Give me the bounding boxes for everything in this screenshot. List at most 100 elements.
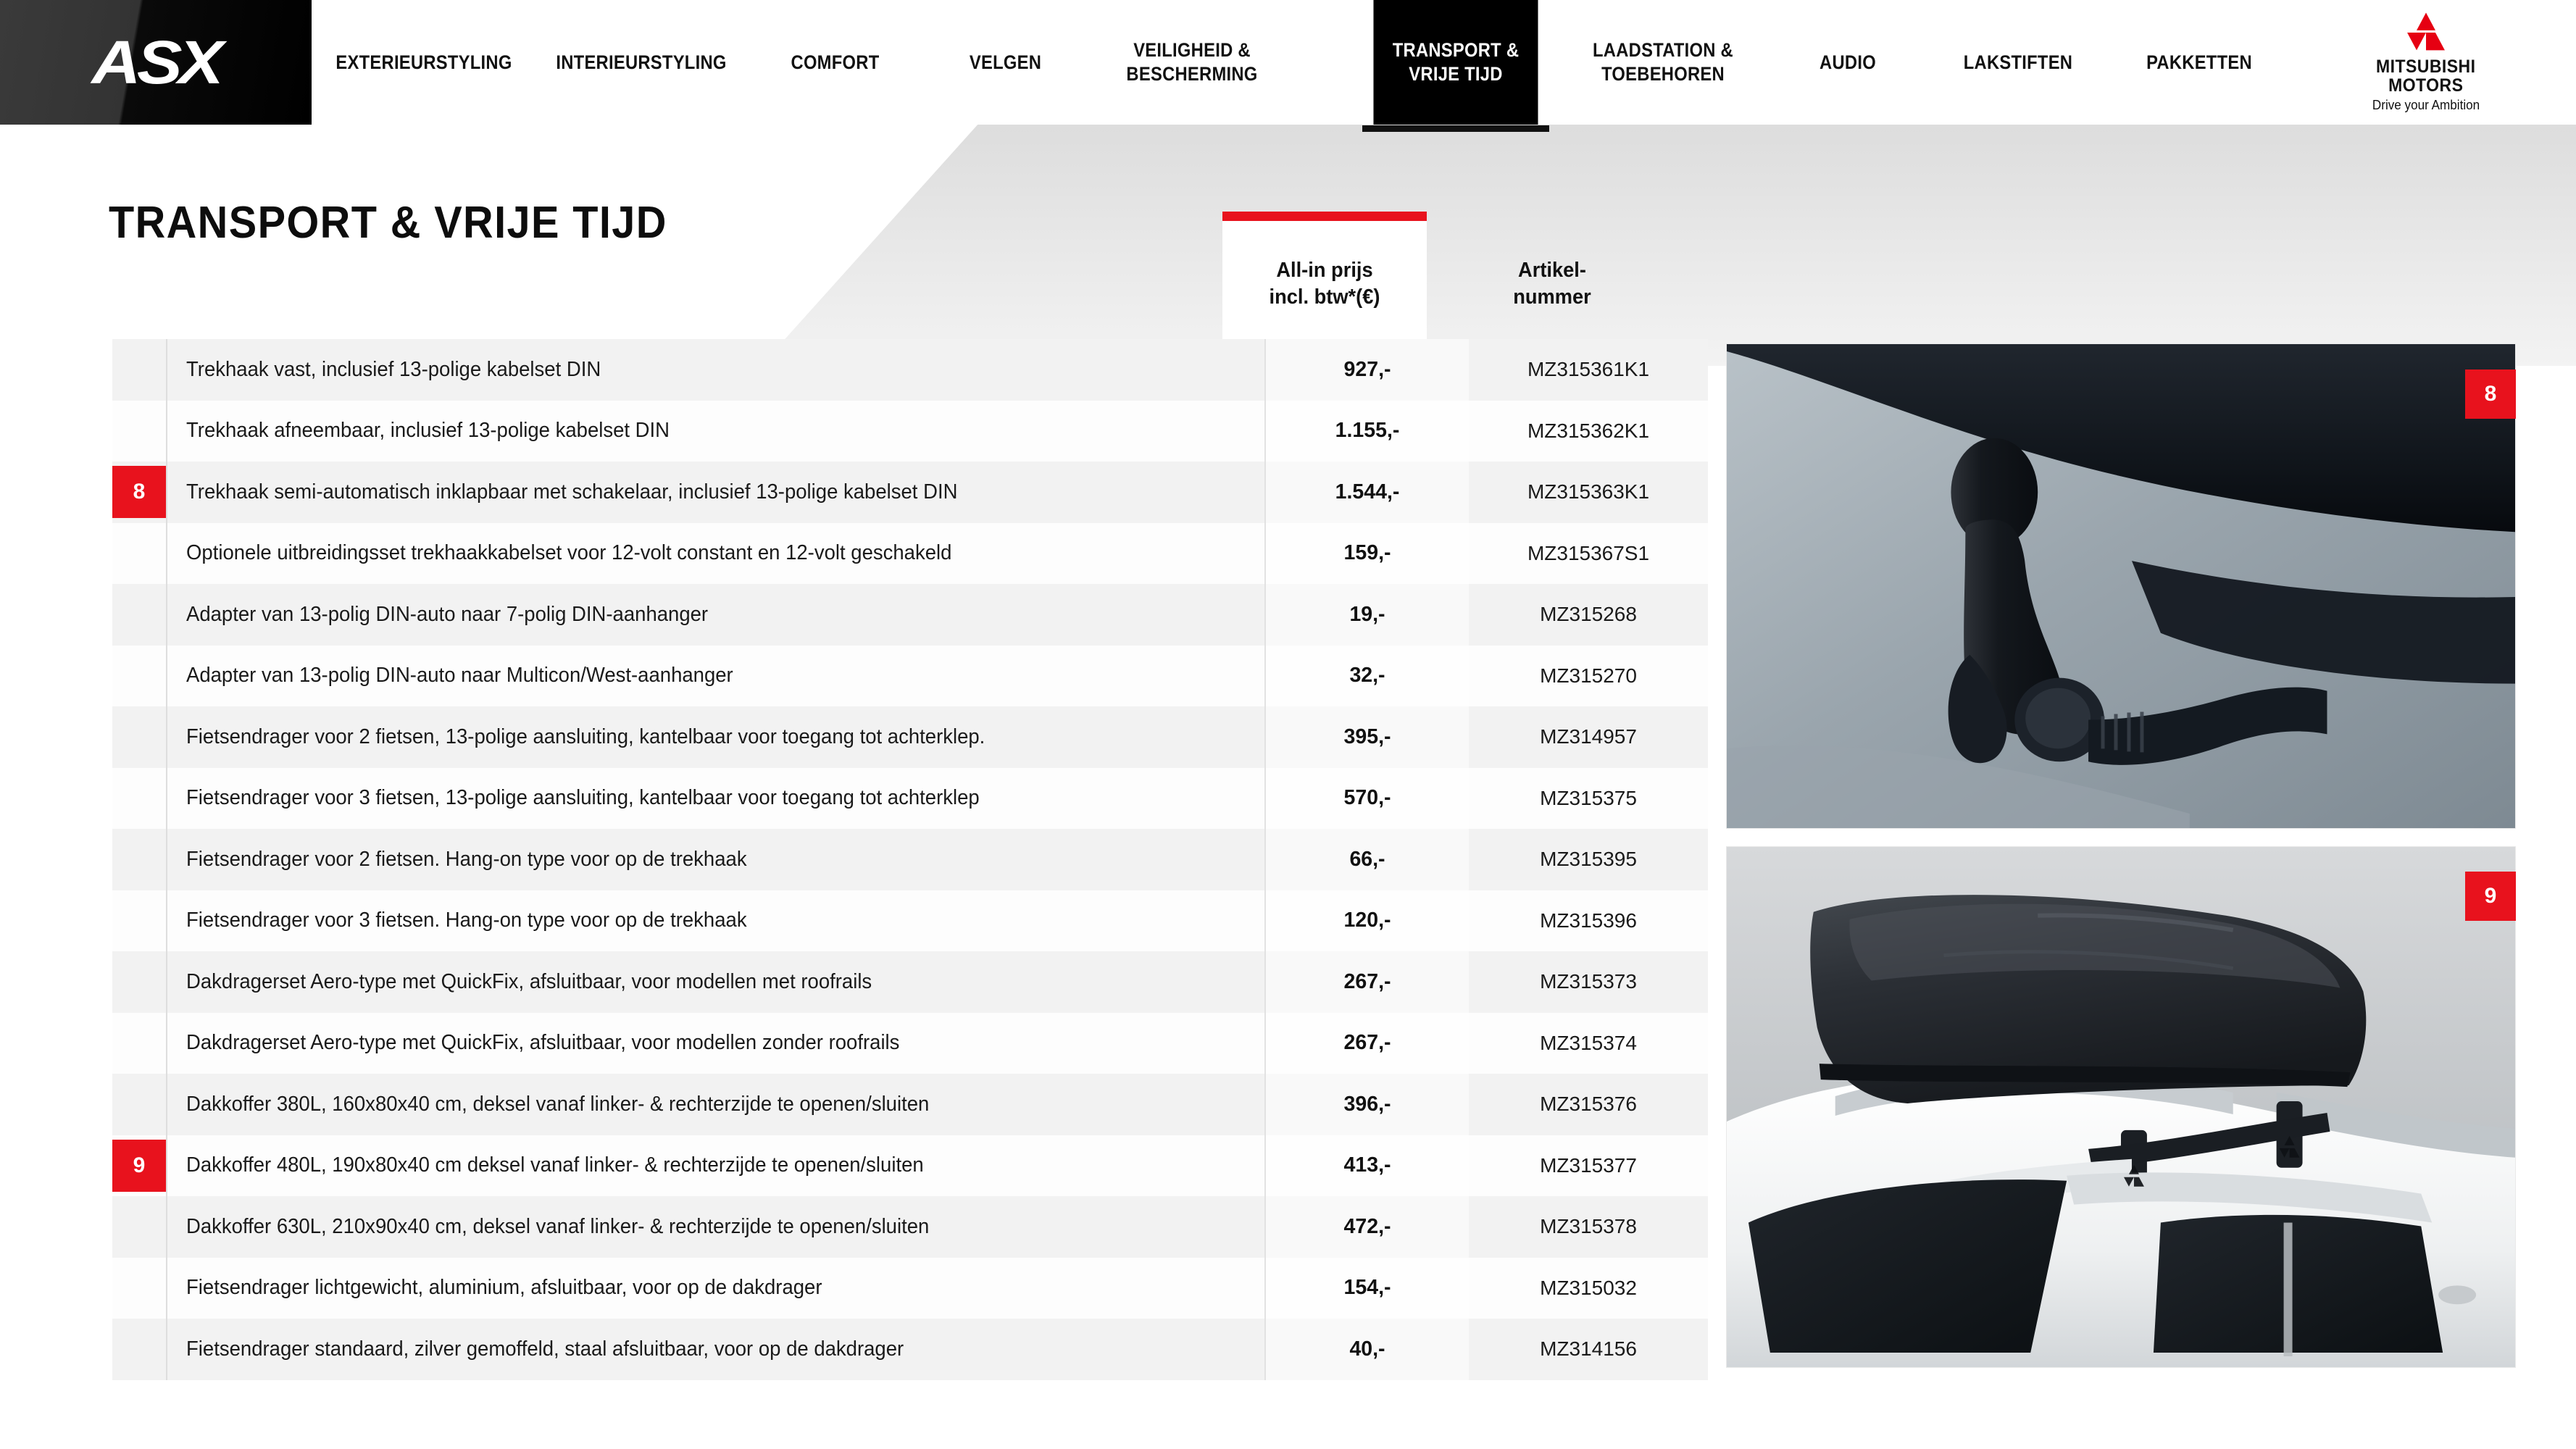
row-badge-cell (112, 1258, 166, 1319)
row-description-cell: Dakdragerset Aero-type met QuickFix, afs… (166, 1012, 1264, 1074)
row-badge-cell (112, 1196, 166, 1258)
row-article-number-cell: MZ315377 (1540, 1153, 1637, 1177)
row-description-text: Fietsendrager lichtgewicht, aluminium, a… (186, 1276, 822, 1300)
row-badge-cell (112, 646, 166, 707)
nav-item-interieurstyling[interactable]: INTERIEURSTYLING (549, 0, 733, 125)
row-description-text: Adapter van 13-polig DIN-auto naar 7-pol… (186, 602, 709, 626)
table-row: Dakkoffer 380L, 160x80x40 cm, deksel van… (112, 1074, 1708, 1135)
row-price-cell: 396,- (1264, 1074, 1469, 1135)
accessories-table: Trekhaak vast, inclusief 13-polige kabel… (112, 339, 1708, 1380)
row-price-cell: 32,- (1264, 645, 1469, 706)
row-description-text: Fietsendrager voor 3 fietsen, 13-polige … (186, 786, 980, 810)
row-description-text: Adapter van 13-polig DIN-auto naar Multi… (186, 664, 733, 688)
row-description-cell: Fietsendrager lichtgewicht, aluminium, a… (166, 1257, 1264, 1319)
table-row: Fietsendrager lichtgewicht, aluminium, a… (112, 1257, 1708, 1319)
row-description-cell: Trekhaak semi-automatisch inklapbaar met… (166, 462, 1264, 523)
nav-item-velgen[interactable]: VELGEN (943, 0, 1068, 125)
row-article-number-cell: MZ315374 (1540, 1031, 1637, 1054)
row-description-cell: Fietsendrager voor 3 fietsen. Hang-on ty… (166, 890, 1264, 951)
row-description-cell: Adapter van 13-polig DIN-auto naar Multi… (166, 645, 1264, 706)
row-description-cell: Optionele uitbreidingsset trekhaakkabels… (166, 522, 1264, 584)
row-description-text: Fietsendrager voor 3 fietsen. Hang-on ty… (186, 909, 747, 932)
table-row: Trekhaak afneembaar, inclusief 13-polige… (112, 400, 1708, 462)
row-badge-cell (112, 890, 166, 952)
table-row: Fietsendrager voor 2 fietsen, 13-polige … (112, 706, 1708, 768)
nav-item-transport-vrije-tijd[interactable]: TRANSPORT & VRIJE TIJD (1373, 0, 1538, 125)
nav-item-exterieurstyling[interactable]: EXTERIEURSTYLING (331, 0, 516, 125)
row-price-cell: 120,- (1264, 890, 1469, 951)
row-badge-cell (112, 768, 166, 830)
table-row: Fietsendrager voor 3 fietsen. Hang-on ty… (112, 890, 1708, 952)
row-description-cell: Dakkoffer 380L, 160x80x40 cm, deksel van… (166, 1074, 1264, 1135)
roof-box-photo (1726, 846, 2516, 1368)
nav-item-lakstiften[interactable]: LAKSTIFTEN (1945, 0, 2091, 125)
row-description-text: Trekhaak vast, inclusief 13-polige kabel… (186, 357, 601, 381)
tow-bar-photo (1726, 343, 2516, 829)
row-description-text: Dakkoffer 630L, 210x90x40 cm, deksel van… (186, 1214, 930, 1238)
row-article-number-cell: MZ315361K1 (1527, 358, 1650, 381)
table-row: Dakdragerset Aero-type met QuickFix, afs… (112, 1012, 1708, 1074)
row-price-cell: 66,- (1264, 829, 1469, 890)
table-row: Trekhaak vast, inclusief 13-polige kabel… (112, 339, 1708, 401)
row-description-cell: Fietsendrager voor 3 fietsen, 13-polige … (166, 767, 1264, 829)
row-badge-cell (112, 339, 166, 401)
photo-badge-9: 9 (2465, 872, 2516, 921)
table-row: Adapter van 13-polig DIN-auto naar 7-pol… (112, 584, 1708, 646)
table-row: Fietsendrager voor 3 fietsen, 13-polige … (112, 767, 1708, 830)
nav-items-container: EXTERIEURSTYLING INTERIEURSTYLING COMFOR… (312, 0, 2576, 125)
row-badge-cell: 9 (112, 1135, 166, 1197)
table-row: Optionele uitbreidingsset trekhaakkabels… (112, 522, 1708, 585)
row-description-text: Dakkoffer 480L, 190x80x40 cm deksel vana… (186, 1153, 924, 1177)
row-price-cell: 267,- (1264, 1012, 1469, 1074)
row-description-text: Fietsendrager standaard, zilver gemoffel… (186, 1337, 904, 1361)
row-price-cell: 1.155,- (1264, 400, 1469, 462)
row-badge-cell (112, 523, 166, 585)
brand-tagline: Drive your Ambition (2372, 98, 2480, 112)
active-tab-underline (1362, 125, 1549, 132)
row-description-cell: Fietsendrager standaard, zilver gemoffel… (166, 1319, 1264, 1380)
row-article-number-cell: MZ314957 (1540, 725, 1637, 748)
row-description-text: Optionele uitbreidingsset trekhaakkabels… (186, 541, 952, 565)
row-price-cell: 1.544,- (1264, 462, 1469, 523)
asx-model-logo: ASX (0, 0, 312, 125)
row-description-text: Fietsendrager voor 2 fietsen, 13-polige … (186, 724, 985, 748)
mitsubishi-wordmark: MITSUBISHI MOTORS (2376, 56, 2476, 96)
row-article-number-cell: MZ315270 (1540, 664, 1637, 687)
row-article-number-cell: MZ315378 (1540, 1215, 1637, 1238)
row-article-number-cell: MZ315375 (1540, 786, 1637, 809)
three-diamonds-icon (2407, 12, 2445, 51)
reference-badge: 9 (112, 1139, 166, 1192)
table-row: Adapter van 13-polig DIN-auto naar Multi… (112, 645, 1708, 707)
row-price-cell: 472,- (1264, 1196, 1469, 1258)
row-price-cell: 570,- (1264, 767, 1469, 829)
row-description-text: Trekhaak afneembaar, inclusief 13-polige… (186, 419, 670, 443)
table-row: 9 Dakkoffer 480L, 190x80x40 cm deksel van… (112, 1135, 1708, 1197)
asx-logo-text: ASX (91, 28, 224, 96)
row-article-number-cell: MZ315373 (1540, 970, 1637, 993)
price-column-red-accent (1222, 212, 1427, 221)
nav-item-laadstation-toebehoren[interactable]: LAADSTATION & TOEBEHOREN (1577, 0, 1749, 125)
row-price-cell: 267,- (1264, 951, 1469, 1013)
nav-item-pakketten[interactable]: PAKKETTEN (2126, 0, 2272, 125)
row-description-cell: Adapter van 13-polig DIN-auto naar 7-pol… (166, 584, 1264, 646)
row-article-number-cell: MZ315362K1 (1527, 419, 1650, 442)
row-badge-cell (112, 951, 166, 1013)
row-article-number-cell: MZ315395 (1540, 848, 1637, 871)
row-description-text: Dakdragerset Aero-type met QuickFix, afs… (186, 1031, 900, 1055)
table-row: Dakkoffer 630L, 210x90x40 cm, deksel van… (112, 1196, 1708, 1258)
mitsubishi-motors-logo: MITSUBISHI MOTORS Drive your Ambition (2343, 12, 2509, 113)
nav-item-audio[interactable]: AUDIO (1791, 0, 1905, 125)
row-badge-cell (112, 1013, 166, 1074)
row-price-cell: 40,- (1264, 1319, 1469, 1380)
reference-badge: 8 (112, 466, 166, 518)
nav-item-comfort[interactable]: COMFORT (770, 0, 900, 125)
nav-item-veiligheid-bescherming[interactable]: VEILIGHEID & BESCHERMING (1112, 0, 1272, 125)
row-price-cell: 927,- (1264, 339, 1469, 401)
row-price-cell: 159,- (1264, 522, 1469, 584)
page-title: TRANSPORT & VRIJE TIJD (109, 198, 667, 248)
row-description-text: Dakkoffer 380L, 160x80x40 cm, deksel van… (186, 1092, 930, 1116)
column-header-price: All-in prijs incl. btw*(€) (1269, 259, 1380, 309)
row-badge-cell (112, 401, 166, 462)
row-description-cell: Fietsendrager voor 2 fietsen. Hang-on ty… (166, 829, 1264, 890)
row-article-number-cell: MZ315376 (1540, 1093, 1637, 1116)
